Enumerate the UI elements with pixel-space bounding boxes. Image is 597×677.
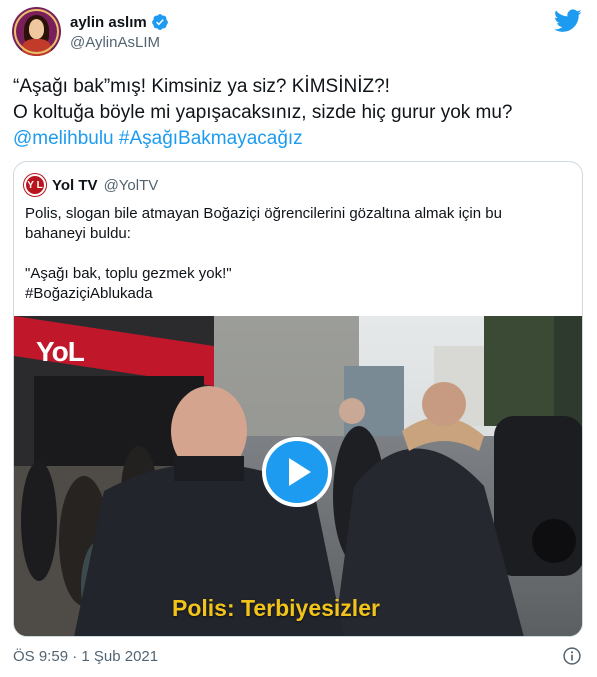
author-name[interactable]: aylin aslım: [70, 13, 169, 31]
quoted-tweet-text: Polis, slogan bile atmayan Boğaziçi öğre…: [25, 204, 573, 304]
tweet-line-1: “Aşağı bak”mış! Kimsiniz ya siz? KİMSİNİ…: [13, 76, 390, 97]
quoted-text-line-1: Polis, slogan bile atmayan Boğaziçi öğre…: [25, 205, 502, 222]
author-handle[interactable]: @AylinAsLIM: [70, 34, 160, 51]
quoted-author-name[interactable]: Yol TV: [52, 177, 98, 194]
video-caption: Polis: Terbiyesizler: [172, 595, 380, 621]
mention-link[interactable]: @melihbulu: [13, 128, 114, 149]
tweet-header: aylin aslım @AylinAsLIM: [0, 0, 597, 62]
quoted-author-handle[interactable]: @YolTV: [104, 177, 159, 194]
quoted-tweet-header: Y L Yol TV @YolTV: [24, 174, 158, 196]
play-button[interactable]: [262, 437, 332, 507]
tweet-line-3: @melihbulu #AşağıBakmayacağız: [13, 126, 588, 152]
quoted-tweet[interactable]: Y L Yol TV @YolTV Polis, slogan bile atm…: [13, 161, 583, 637]
twitter-bird-icon[interactable]: [554, 9, 582, 33]
info-icon[interactable]: [562, 646, 582, 666]
play-icon: [289, 458, 311, 486]
avatar[interactable]: [12, 7, 61, 56]
quoted-hashtag: #BoğaziçiAblukada: [25, 285, 153, 302]
hashtag-link[interactable]: #AşağıBakmayacağız: [119, 128, 303, 149]
verified-badge-icon: [151, 14, 168, 30]
quoted-quote-line: "Aşağı bak, toplu gezmek yok!": [25, 265, 232, 282]
tweet-line-2: O koltuğa böyle mi yapışacaksınız, sizde…: [13, 102, 513, 123]
quoted-text-line-2: bahaneyi buldu:: [25, 225, 131, 242]
video-player[interactable]: YoL Polis: Terbiyesizler: [14, 316, 582, 636]
quoted-avatar[interactable]: Y L: [24, 174, 46, 196]
video-watermark: YoL: [36, 336, 85, 367]
tweet-timestamp[interactable]: ÖS 9:59 · 1 Şub 2021: [13, 648, 158, 665]
author-name-text[interactable]: aylin aslım: [70, 14, 147, 31]
tweet-text: “Aşağı bak”mış! Kimsiniz ya siz? KİMSİNİ…: [13, 74, 588, 152]
